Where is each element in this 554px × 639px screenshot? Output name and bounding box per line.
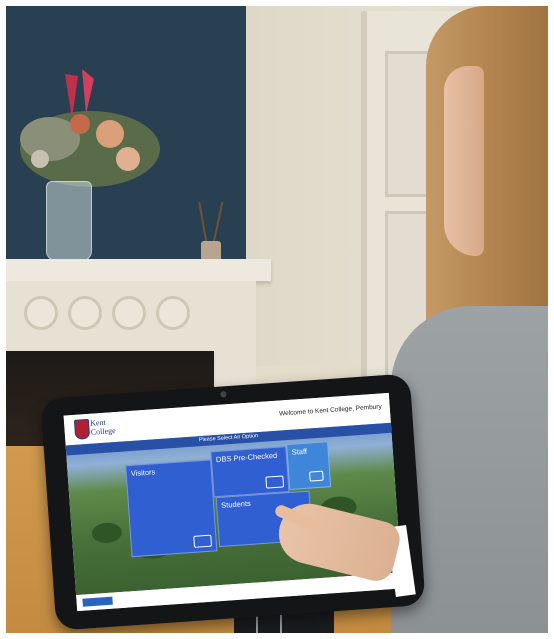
provider-logo-icon [82, 596, 113, 607]
frieze-rosette [68, 296, 102, 330]
frieze-rosette [112, 296, 146, 330]
id-card-icon [193, 534, 213, 548]
photo-scene: Kent College Welcome to Kent College, Pe… [6, 6, 548, 633]
students-label: Students [220, 498, 252, 510]
visitors-label: Visitors [130, 467, 156, 479]
dbs-pre-checked-label: DBS Pre-Checked [215, 450, 278, 465]
visitors-tile[interactable]: Visitors [125, 459, 218, 558]
flower-arrangement [20, 69, 160, 187]
logo-line-2: College [90, 426, 116, 437]
staff-tile[interactable]: Staff [286, 441, 332, 491]
staff-label: Staff [291, 446, 308, 457]
frieze-rosette [24, 296, 58, 330]
tablet-screen: Kent College Welcome to Kent College, Pe… [63, 392, 403, 612]
person-face [444, 66, 484, 256]
staff-icon [309, 470, 324, 482]
search-icon [265, 475, 285, 489]
frieze-rosette [156, 296, 190, 330]
glass-vase [46, 181, 92, 261]
college-crest-icon [73, 418, 91, 440]
reed-diffuser [201, 241, 221, 261]
welcome-message: Welcome to Kent College, Pembury [278, 403, 382, 418]
dbs-pre-checked-tile[interactable]: DBS Pre-Checked [210, 446, 290, 498]
camera-icon [220, 391, 227, 398]
college-logo-text: Kent College [90, 417, 116, 437]
sign-in-tablet: Kent College Welcome to Kent College, Pe… [40, 373, 426, 631]
mantel-shelf [6, 259, 271, 281]
tree [91, 521, 123, 544]
